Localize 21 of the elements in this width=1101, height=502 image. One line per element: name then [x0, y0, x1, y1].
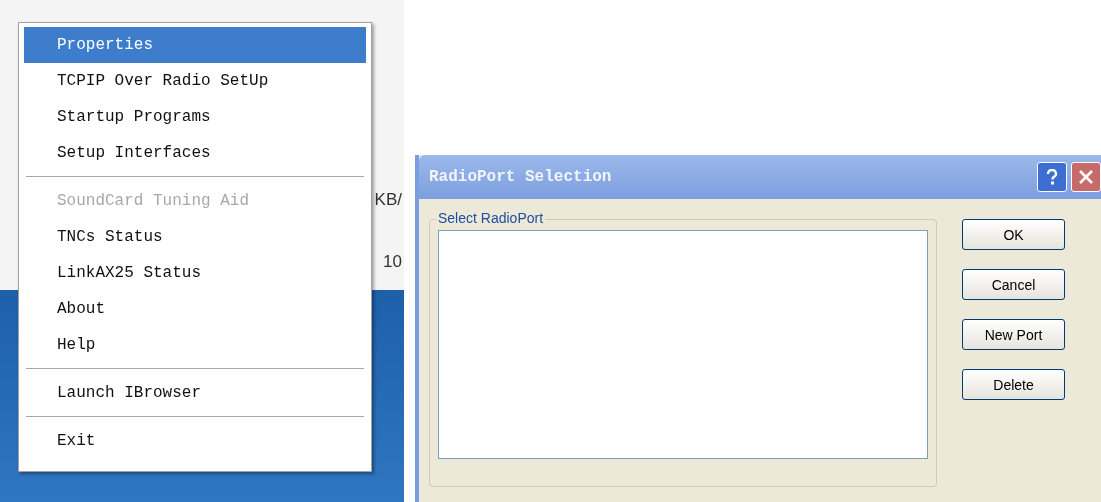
radioport-list[interactable] — [438, 230, 928, 459]
dialog-button[interactable]: Cancel — [962, 269, 1065, 300]
dialog-button[interactable]: Delete — [962, 369, 1065, 400]
group-label: Select RadioPort — [436, 210, 546, 226]
menu-item[interactable]: Properties — [24, 27, 366, 63]
window-title: RadioPort Selection — [429, 168, 612, 186]
help-icon[interactable] — [1037, 162, 1067, 192]
menu-item[interactable]: Launch IBrowser — [24, 375, 366, 411]
menu-item[interactable]: About — [24, 291, 366, 327]
menu-item[interactable]: Setup Interfaces — [24, 135, 366, 171]
dialog-button[interactable]: New Port — [962, 319, 1065, 350]
background-text: KB/ — [374, 190, 402, 210]
menu-item[interactable]: Startup Programs — [24, 99, 366, 135]
close-icon[interactable] — [1071, 162, 1101, 192]
menu-item[interactable]: LinkAX25 Status — [24, 255, 366, 291]
menu-item[interactable]: Help — [24, 327, 366, 363]
dialog-button[interactable]: OK — [962, 219, 1065, 250]
menu-item[interactable]: Exit — [24, 423, 366, 459]
menu-item[interactable]: TCPIP Over Radio SetUp — [24, 63, 366, 99]
background-text: 10 — [383, 252, 402, 272]
menu-item[interactable]: TNCs Status — [24, 219, 366, 255]
